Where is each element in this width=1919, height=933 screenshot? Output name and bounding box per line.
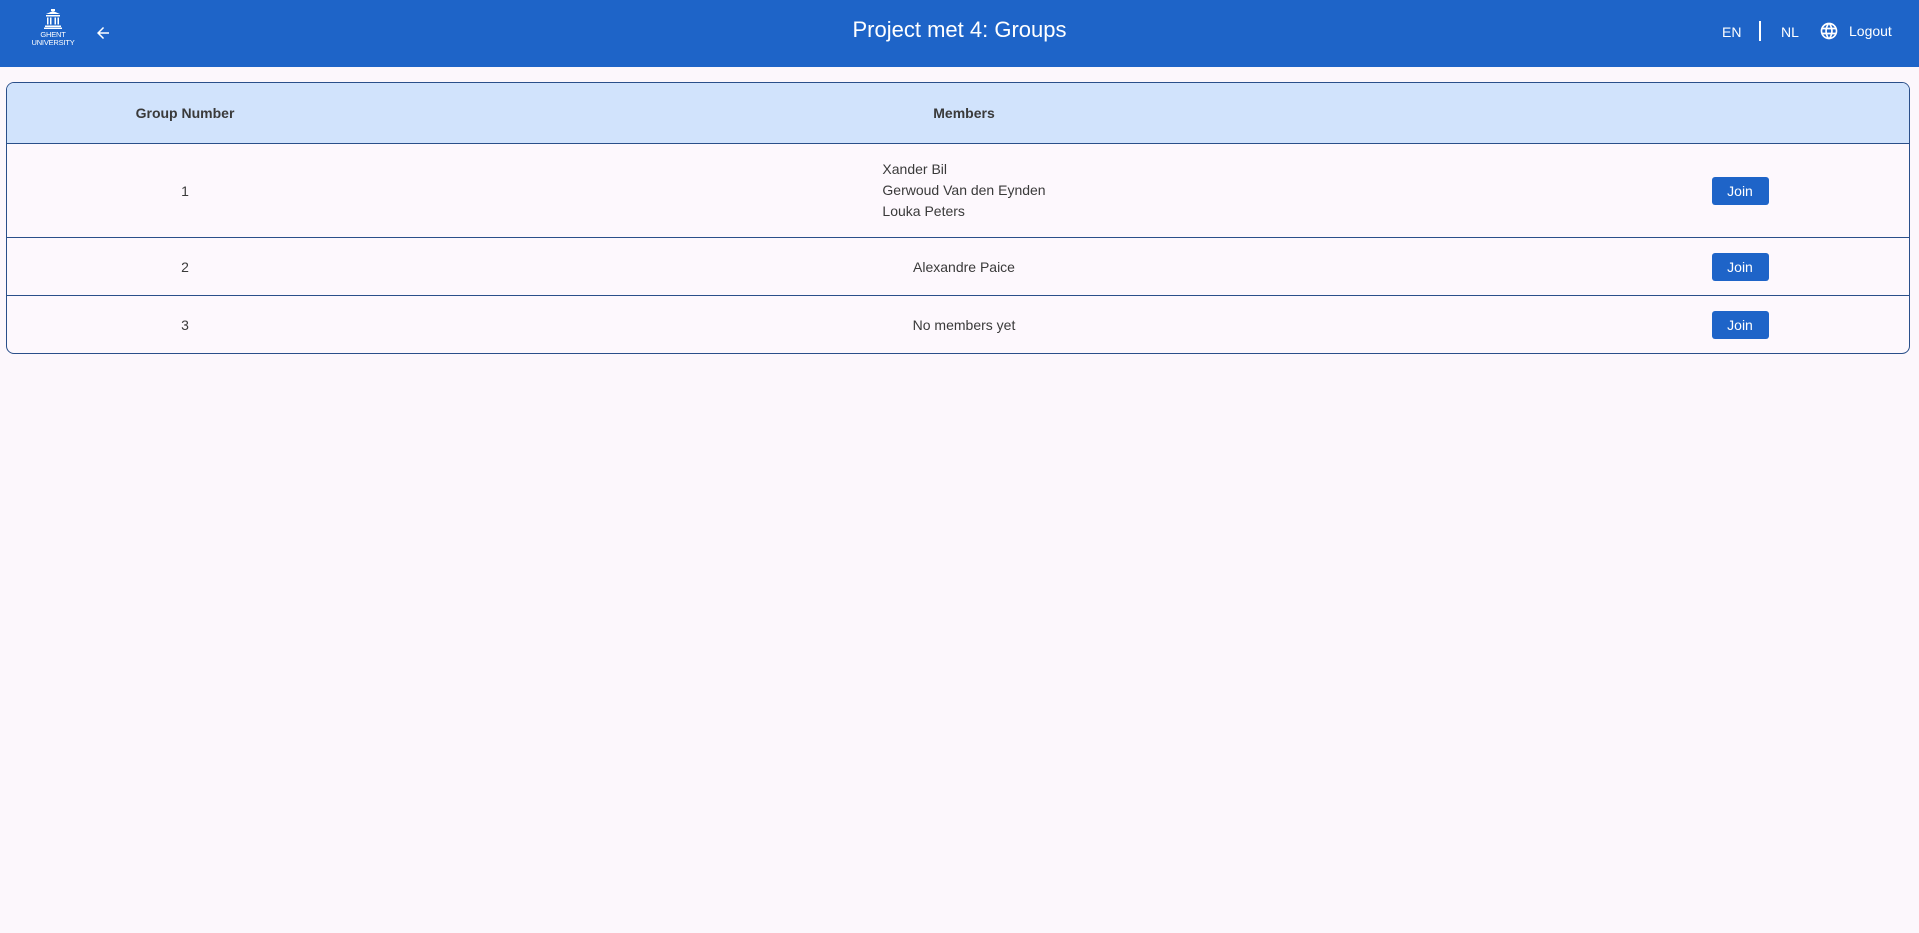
members-list: Xander Bil Gerwoud Van den Eynden Louka …: [882, 159, 1045, 222]
group-number-cell: 1: [181, 182, 189, 199]
members-cell: Xander Bil Gerwoud Van den Eynden Louka …: [363, 144, 1565, 237]
arrow-left-icon: [97, 27, 109, 39]
member-name: Xander Bil: [882, 161, 947, 177]
table-header: Group Number Members: [7, 83, 1909, 144]
ghent-university-logo[interactable]: GHENT UNIVERSITY: [32, 9, 75, 53]
table-row: 1 Xander Bil Gerwoud Van den Eynden Louk…: [7, 144, 1909, 238]
table-row: 2 Alexandre Paice Join: [7, 238, 1909, 296]
join-group-button[interactable]: Join: [1711, 310, 1769, 339]
action-cell: Join: [1565, 296, 1909, 353]
logout-label: Logout: [1849, 23, 1892, 39]
language-nl-button[interactable]: NL: [1781, 22, 1799, 42]
join-group-button[interactable]: Join: [1711, 176, 1769, 205]
members-cell: Alexandre Paice: [363, 238, 1565, 295]
column-header-actions: [1565, 83, 1909, 143]
page-title: Project met 4: Groups: [852, 17, 1067, 42]
group-number-cell: 3: [181, 316, 189, 333]
groups-table: Group Number Members 1 Xander Bil Gerwou…: [6, 82, 1910, 354]
action-cell: Join: [1565, 144, 1909, 237]
member-name: Gerwoud Van den Eynden: [882, 182, 1046, 198]
logo-text: GHENT UNIVERSITY: [32, 31, 75, 47]
column-header-members: Members: [933, 105, 995, 121]
table-row: 3 No members yet Join: [7, 296, 1909, 353]
logout-button[interactable]: Logout: [1819, 21, 1892, 41]
join-group-button[interactable]: Join: [1711, 252, 1769, 281]
app-bar: GHENT UNIVERSITY Project met 4: Groups E…: [0, 0, 1919, 67]
member-name: Alexandre Paice: [913, 258, 1015, 275]
back-button[interactable]: [88, 18, 118, 48]
member-name: Louka Peters: [882, 203, 965, 219]
logo-text-line2: UNIVERSITY: [31, 38, 75, 47]
action-cell: Join: [1565, 238, 1909, 295]
language-separator: [1759, 21, 1761, 41]
university-building-icon: [44, 9, 62, 29]
column-header-group-number: Group Number: [135, 105, 235, 121]
empty-members-text: No members yet: [912, 316, 1016, 333]
language-en-button[interactable]: EN: [1722, 22, 1741, 42]
globe-icon: [1820, 22, 1838, 40]
members-cell: No members yet: [363, 296, 1565, 353]
group-number-cell: 2: [181, 258, 189, 275]
